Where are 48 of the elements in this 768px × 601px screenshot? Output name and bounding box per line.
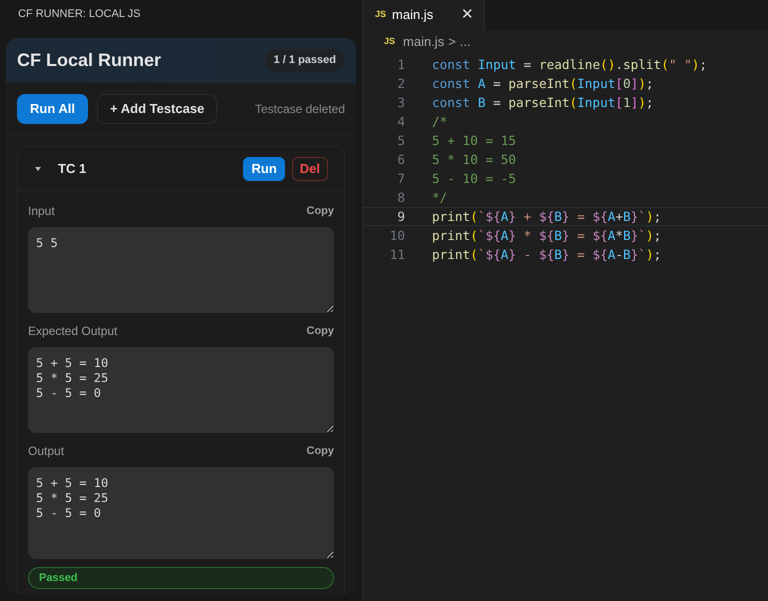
- js-file-icon: JS: [375, 8, 386, 22]
- result-badge: Passed: [28, 567, 334, 589]
- sidebar-title: CF RUNNER: LOCAL JS: [18, 6, 140, 22]
- file-tab[interactable]: JS main.js ✕: [363, 0, 486, 30]
- copy-button[interactable]: Copy: [306, 442, 334, 460]
- code-line: const Input = readline().split(" ");: [432, 56, 708, 74]
- text-field[interactable]: 5 + 5 = 10 5 * 5 = 25 5 - 5 = 0: [28, 467, 334, 559]
- run-all-button[interactable]: Run All: [17, 94, 88, 124]
- line-number: 5: [396, 132, 405, 150]
- line-number: 7: [396, 170, 405, 188]
- code-line: 5 * 10 = 50: [432, 150, 516, 169]
- chevron-icon: >: [448, 32, 456, 52]
- line-number: 8: [396, 188, 405, 207]
- text-field[interactable]: 5 + 5 = 10 5 * 5 = 25 5 - 5 = 0: [28, 347, 334, 433]
- line-number: 2: [396, 74, 405, 93]
- delete-button[interactable]: Del: [292, 156, 328, 180]
- code-line: const A = parseInt(Input[0]);: [432, 74, 654, 93]
- line-number: 1: [396, 56, 405, 74]
- js-file-icon: JS: [384, 35, 396, 49]
- line-number: 6: [396, 150, 405, 169]
- line-number: 4: [396, 112, 405, 131]
- code-line: 5 + 10 = 15: [432, 132, 516, 150]
- status-message: Testcase deleted: [254, 100, 345, 118]
- add-testcase-button[interactable]: + Add Testcase: [97, 94, 218, 124]
- code-line: print(`${A} * ${B} = ${A*B}`);: [432, 226, 662, 245]
- copy-button[interactable]: Copy: [306, 322, 334, 340]
- line-number: 10: [388, 226, 405, 245]
- code-line: print(`${A} + ${B} = ${A+B}`);: [432, 208, 662, 226]
- field-label: Expected Output: [28, 323, 118, 340]
- breadcrumb-item[interactable]: ...: [460, 32, 471, 52]
- code-line: 5 - 10 = -5: [432, 170, 516, 188]
- code-line: /*: [432, 112, 448, 131]
- runner-title: CF Local Runner: [17, 49, 162, 72]
- code-line: const B = parseInt(Input[1]);: [432, 94, 654, 112]
- breadcrumb-item[interactable]: main.js: [403, 32, 444, 52]
- testcase-title: TC 1: [58, 160, 86, 178]
- summary-badge: 1 / 1 passed: [264, 49, 345, 72]
- field-label: Input: [28, 203, 55, 220]
- text-field[interactable]: 5 5: [28, 227, 334, 313]
- copy-button[interactable]: Copy: [306, 202, 334, 220]
- field-label: Output: [28, 443, 64, 460]
- code-line: */: [432, 188, 448, 207]
- line-number: 3: [396, 94, 405, 112]
- line-number: 11: [388, 246, 405, 264]
- line-number: 9: [396, 208, 405, 226]
- run-button[interactable]: Run: [243, 156, 285, 180]
- code-line: print(`${A} - ${B} = ${A-B}`);: [432, 246, 662, 264]
- caret-icon[interactable]: [34, 164, 42, 172]
